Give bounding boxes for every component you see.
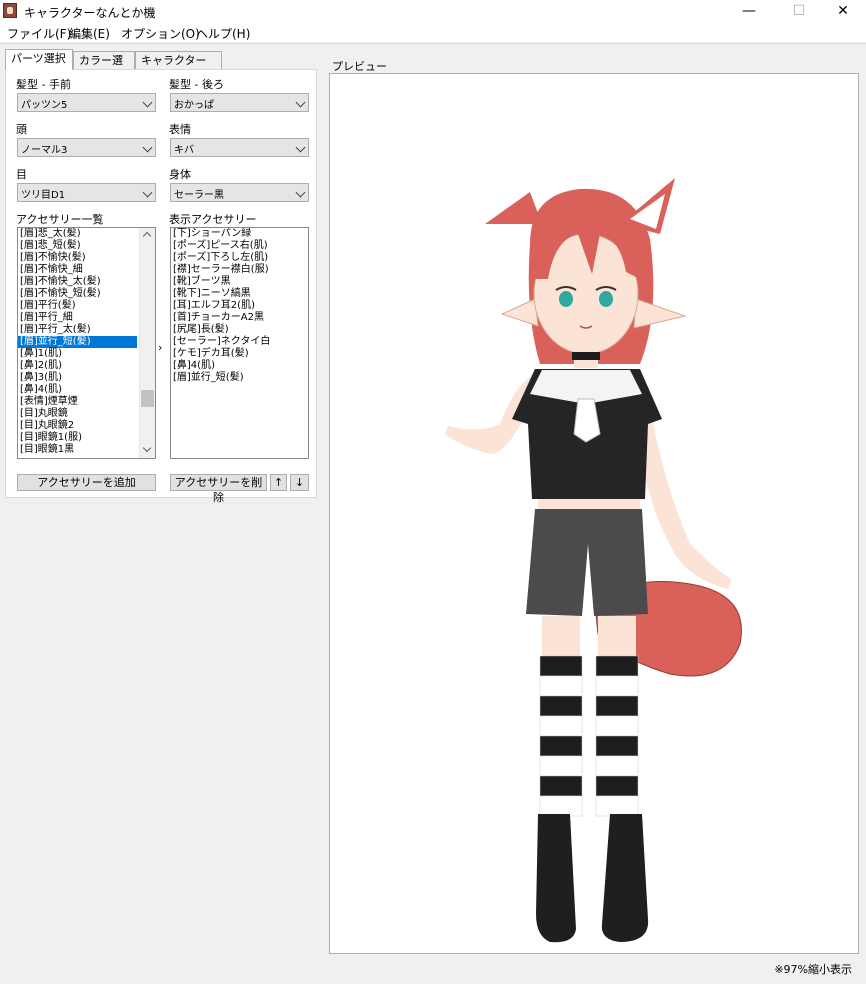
move-down-button[interactable]: ↓	[290, 474, 309, 491]
accessory-item[interactable]: [表情]煙草煙	[18, 396, 155, 408]
hair-back-value: おかっぱ	[174, 100, 214, 111]
accessory-item[interactable]: [鼻]1(肌)	[18, 348, 155, 360]
accessory-item[interactable]: [眉]不愉快_太(髪)	[18, 276, 155, 288]
accessory-item[interactable]: [眉]悲_太(髪)	[18, 228, 155, 240]
chevron-down-icon	[295, 142, 306, 153]
eyes-value: ツリ目D1	[21, 190, 66, 201]
accessory-items: [眉]悲_太(髪) [眉]悲_短(髪) [眉]不愉快(髪) [眉]不愉快_細 [眉]不愉…	[18, 228, 155, 456]
close-button[interactable]: ✕	[820, 0, 866, 22]
title-bar: キャラクターなんとか機 — ☐ ✕	[0, 0, 866, 22]
display-accessory-item[interactable]: [ポーズ]下ろし左(肌)	[171, 252, 308, 264]
menu-help[interactable]: ヘルプ(H)	[196, 25, 250, 42]
window-title: キャラクターなんとか機	[24, 6, 156, 20]
accessory-item[interactable]: [眉]不愉快(髪)	[18, 252, 155, 264]
display-accessory-item[interactable]: [眉]並行_短(髪)	[171, 372, 308, 384]
scroll-up-icon[interactable]	[142, 231, 152, 241]
menu-separator	[0, 43, 866, 44]
head-combo[interactable]: ノーマル3	[17, 138, 156, 157]
menu-options[interactable]: オプション(O)	[121, 25, 200, 42]
accessory-item[interactable]: [目]丸眼鏡2	[18, 420, 155, 432]
expression-combo[interactable]: キバ	[170, 138, 309, 157]
body-label: 身体	[169, 168, 191, 181]
hair-back-label: 髪型 - 後ろ	[169, 78, 224, 91]
accessory-item[interactable]: [眉]悲_短(髪)	[18, 240, 155, 252]
expression-label: 表情	[169, 123, 191, 136]
tab-color[interactable]: カラー選択	[73, 51, 135, 85]
eyes-label: 目	[16, 168, 27, 181]
display-accessory-item[interactable]: [ポーズ]ピース右(肌)	[171, 240, 308, 252]
display-accessory-item[interactable]: [靴]ブーツ黒	[171, 276, 308, 288]
remove-accessory-button[interactable]: アクセサリーを削除	[170, 474, 267, 504]
zoom-status: ※97%縮小表示	[774, 963, 852, 976]
character-illustration	[445, 178, 742, 943]
display-accessory-item[interactable]: [首]チョーカーA2黒	[171, 312, 308, 324]
eyes-combo[interactable]: ツリ目D1	[17, 183, 156, 202]
display-accessory-item[interactable]: [耳]エルフ耳2(肌)	[171, 300, 308, 312]
add-accessory-button[interactable]: アクセサリーを追加	[17, 474, 156, 491]
display-accessories-label: 表示アクセサリー	[169, 213, 257, 226]
chevron-down-icon	[295, 187, 306, 198]
accessory-item[interactable]: [眉]不愉快_細	[18, 264, 155, 276]
accessory-item[interactable]: [目]丸眼鏡	[18, 408, 155, 420]
display-accessory-item[interactable]: [セーラー]ネクタイ白	[171, 336, 308, 348]
parts-panel: 髪型 - 手前 パッツン5 髪型 - 後ろ おかっぱ 頭 ノーマル3 表情 キバ…	[5, 69, 317, 504]
accessory-item[interactable]: [鼻]3(肌)	[18, 372, 155, 384]
minimize-button[interactable]: —	[726, 0, 772, 22]
display-accessory-item[interactable]: [襟]セーラー襟白(服)	[171, 264, 308, 276]
scroll-thumb[interactable]	[141, 390, 154, 407]
head-label: 頭	[16, 123, 27, 136]
accessory-item[interactable]: [目]眼鏡1(服)	[18, 432, 155, 444]
accessory-item[interactable]: [眉]平行(髪)	[18, 300, 155, 312]
hair-front-combo[interactable]: パッツン5	[17, 93, 156, 112]
hair-front-value: パッツン5	[21, 100, 68, 111]
move-right-arrow: ›	[158, 341, 163, 354]
preview-label: プレビュー	[332, 60, 387, 73]
maximize-button[interactable]: ☐	[776, 0, 822, 22]
move-up-button[interactable]: ↑	[270, 474, 287, 491]
display-accessory-item[interactable]: [靴下]ニーソ縞黒	[171, 288, 308, 300]
body-combo[interactable]: セーラー黒	[170, 183, 309, 202]
body-value: セーラー黒	[174, 190, 224, 201]
app-icon	[3, 3, 17, 18]
chevron-down-icon	[142, 187, 153, 198]
tab-parts[interactable]: パーツ選択	[5, 49, 73, 70]
hair-back-combo[interactable]: おかっぱ	[170, 93, 309, 112]
accessory-list-label: アクセサリー一覧	[16, 213, 104, 226]
menu-bar: ファイル(F) 編集(E) オプション(O) ヘルプ(H)	[0, 22, 866, 42]
accessory-item[interactable]: [鼻]4(肌)	[18, 384, 155, 396]
display-accessory-item[interactable]: [ケモ]デカ耳(髪)	[171, 348, 308, 360]
tab-character[interactable]: キャラクター選択	[135, 51, 222, 85]
hair-front-label: 髪型 - 手前	[16, 78, 71, 91]
accessory-item[interactable]: [眉]並行_短(髪)	[18, 336, 137, 348]
expression-value: キバ	[174, 145, 194, 156]
accessory-item[interactable]: [眉]平行_太(髪)	[18, 324, 155, 336]
display-accessory-listbox[interactable]: [下]ショーパン緑 [ポーズ]ピース右(肌) [ポーズ]下ろし左(肌) [襟]セーラー…	[170, 227, 309, 459]
chevron-down-icon	[295, 97, 306, 108]
chevron-down-icon	[142, 97, 153, 108]
preview-area	[329, 73, 859, 954]
accessory-scrollbar[interactable]	[139, 228, 155, 458]
accessory-item[interactable]: [鼻]2(肌)	[18, 360, 155, 372]
display-accessory-item[interactable]: [下]ショーパン緑	[171, 228, 308, 240]
display-accessory-item[interactable]: [尻尾]長(髪)	[171, 324, 308, 336]
accessory-item[interactable]: [眉]平行_細	[18, 312, 155, 324]
accessory-item[interactable]: [眉]不愉快_短(髪)	[18, 288, 155, 300]
display-accessory-item[interactable]: [鼻]4(肌)	[171, 360, 308, 372]
menu-edit[interactable]: 編集(E)	[69, 25, 110, 42]
accessory-listbox[interactable]: [眉]悲_太(髪) [眉]悲_短(髪) [眉]不愉快(髪) [眉]不愉快_細 [眉]不愉…	[17, 227, 156, 459]
accessory-item[interactable]: [目]眼鏡1黒	[18, 444, 155, 456]
display-accessory-items: [下]ショーパン緑 [ポーズ]ピース右(肌) [ポーズ]下ろし左(肌) [襟]セーラー…	[171, 228, 308, 384]
menu-file[interactable]: ファイル(F)	[7, 25, 71, 42]
scroll-down-icon[interactable]	[142, 443, 152, 453]
head-value: ノーマル3	[21, 145, 68, 156]
chevron-down-icon	[142, 142, 153, 153]
